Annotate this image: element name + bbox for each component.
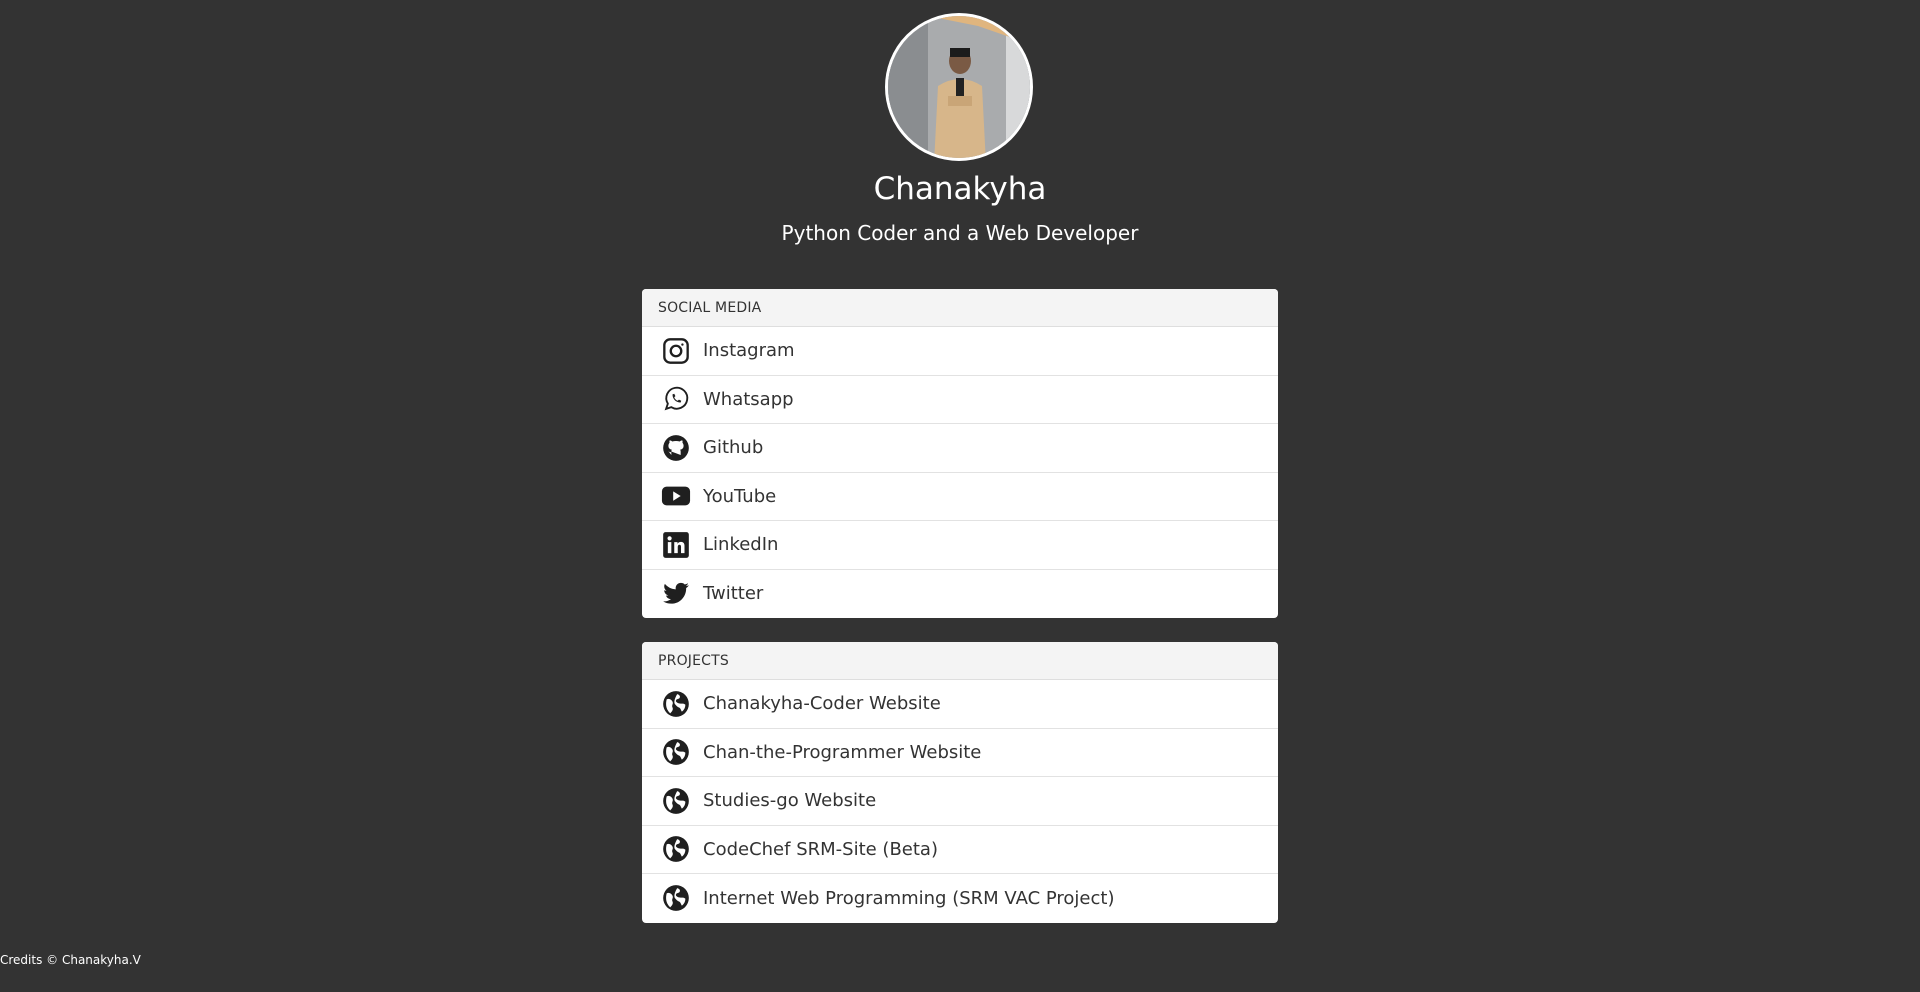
profile-avatar <box>885 13 1033 161</box>
social-item-github[interactable]: Github <box>642 424 1278 473</box>
social-media-header: SOCIAL MEDIA <box>642 289 1278 327</box>
project-item-codechef-srm[interactable]: CodeChef SRM-Site (Beta) <box>642 826 1278 874</box>
youtube-icon <box>661 481 691 511</box>
projects-header: PROJECTS <box>642 642 1278 680</box>
social-item-instagram[interactable]: Instagram <box>642 327 1278 376</box>
project-item-label: Internet Web Programming (SRM VAC Projec… <box>703 887 1115 909</box>
projects-card: PROJECTS Chanakyha-Coder Website Chan-th… <box>642 642 1278 923</box>
globe-icon <box>661 883 691 913</box>
project-item-studies-go[interactable]: Studies-go Website <box>642 777 1278 826</box>
social-media-card: SOCIAL MEDIA Instagram Whatsapp Github Y… <box>642 289 1278 618</box>
instagram-icon <box>661 336 691 366</box>
footer-credits: Credits © Chanakyha.V <box>0 953 141 967</box>
social-item-twitter[interactable]: Twitter <box>642 570 1278 619</box>
social-item-youtube[interactable]: YouTube <box>642 473 1278 521</box>
globe-icon <box>661 689 691 719</box>
social-item-label: YouTube <box>703 485 777 507</box>
twitter-icon <box>661 579 691 609</box>
globe-icon <box>661 737 691 767</box>
project-item-internet-web-programming[interactable]: Internet Web Programming (SRM VAC Projec… <box>642 874 1278 923</box>
social-item-label: Twitter <box>703 583 764 605</box>
project-item-label: Chan-the-Programmer Website <box>703 741 982 763</box>
project-item-label: Chanakyha-Coder Website <box>703 693 941 715</box>
project-item-chanakyha-coder[interactable]: Chanakyha-Coder Website <box>642 680 1278 729</box>
linkedin-icon <box>661 530 691 560</box>
social-item-label: Whatsapp <box>703 388 794 410</box>
profile-subtitle: Python Coder and a Web Developer <box>781 221 1139 245</box>
project-item-label: Studies-go Website <box>703 790 877 812</box>
social-item-label: Github <box>703 437 764 459</box>
social-item-label: Instagram <box>703 340 795 362</box>
profile-name: Chanakyha <box>873 171 1047 207</box>
globe-icon <box>661 834 691 864</box>
github-icon <box>661 433 691 463</box>
project-item-chan-the-programmer[interactable]: Chan-the-Programmer Website <box>642 729 1278 777</box>
whatsapp-icon <box>661 384 691 414</box>
project-item-label: CodeChef SRM-Site (Beta) <box>703 838 938 860</box>
globe-icon <box>661 786 691 816</box>
social-item-label: LinkedIn <box>703 534 779 556</box>
social-item-linkedin[interactable]: LinkedIn <box>642 521 1278 570</box>
social-item-whatsapp[interactable]: Whatsapp <box>642 376 1278 424</box>
